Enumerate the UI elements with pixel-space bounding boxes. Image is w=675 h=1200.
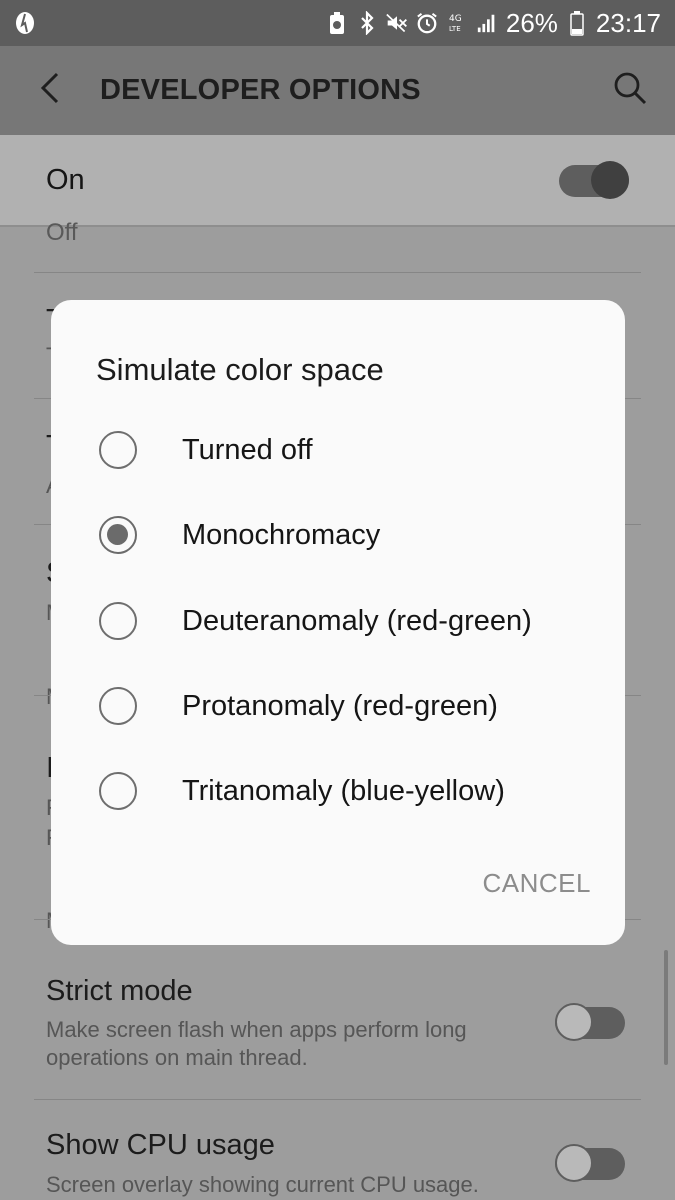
option-turned-off[interactable]: Turned off bbox=[51, 407, 625, 493]
status-bar: 4G LTE 26% 23:17 bbox=[0, 0, 675, 46]
arrow-back-icon bbox=[38, 71, 62, 110]
cancel-button[interactable]: CANCEL bbox=[461, 860, 591, 906]
alarm-icon bbox=[416, 12, 438, 34]
radio-button-checked[interactable] bbox=[99, 516, 137, 554]
partial-value-text: Off bbox=[46, 219, 78, 246]
radio-button-unchecked[interactable] bbox=[99, 431, 137, 469]
option-label: Protanomaly (red-green) bbox=[182, 689, 498, 722]
simulate-color-space-dialog: Simulate color space Turned off Monochro… bbox=[51, 300, 625, 945]
radio-button-unchecked[interactable] bbox=[99, 602, 137, 640]
show-cpu-usage-toggle[interactable] bbox=[555, 1144, 625, 1182]
clock: 23:17 bbox=[595, 7, 661, 38]
svg-text:4G: 4G bbox=[449, 14, 462, 24]
strict-mode-subtitle-line2: operations on main thread. bbox=[46, 1045, 308, 1070]
show-cpu-usage-subtitle: Screen overlay showing current CPU usage… bbox=[46, 1172, 479, 1197]
strict-mode-subtitle-line1: Make screen flash when apps perform long bbox=[46, 1017, 467, 1042]
radio-button-unchecked[interactable] bbox=[99, 687, 137, 725]
battery-icon bbox=[566, 11, 588, 36]
signal-icon bbox=[476, 12, 498, 34]
bluetooth-icon bbox=[356, 11, 378, 35]
option-monochromacy[interactable]: Monochromacy bbox=[51, 492, 625, 578]
option-label: Turned off bbox=[182, 433, 313, 466]
option-tritanomaly[interactable]: Tritanomaly (blue-yellow) bbox=[51, 748, 625, 834]
app-notification-icon bbox=[14, 12, 36, 34]
option-label: Deuteranomaly (red-green) bbox=[182, 604, 532, 637]
strict-mode-title: Strict mode bbox=[46, 975, 193, 1007]
battery-percent: 26% bbox=[505, 7, 558, 38]
divider bbox=[34, 1099, 641, 1100]
option-label: Monochromacy bbox=[182, 518, 381, 551]
mute-icon bbox=[386, 12, 408, 34]
show-cpu-usage-title: Show CPU usage bbox=[46, 1129, 275, 1161]
battery-saver-icon bbox=[326, 12, 348, 34]
data-4g-icon: 4G LTE bbox=[446, 12, 468, 34]
scrollbar[interactable] bbox=[664, 950, 668, 1065]
search-icon bbox=[612, 70, 648, 111]
option-protanomaly[interactable]: Protanomaly (red-green) bbox=[51, 663, 625, 749]
search-button[interactable] bbox=[585, 46, 675, 135]
back-button[interactable] bbox=[0, 46, 90, 135]
master-switch-label: On bbox=[46, 163, 85, 196]
app-bar: DEVELOPER OPTIONS bbox=[0, 46, 675, 135]
master-switch-row[interactable]: On bbox=[0, 135, 675, 227]
option-label: Tritanomaly (blue-yellow) bbox=[182, 774, 505, 807]
dialog-title: Simulate color space bbox=[96, 352, 384, 387]
option-deuteranomaly[interactable]: Deuteranomaly (red-green) bbox=[51, 578, 625, 664]
svg-text:LTE: LTE bbox=[449, 25, 461, 33]
page-title: DEVELOPER OPTIONS bbox=[100, 74, 421, 106]
divider bbox=[34, 272, 641, 273]
radio-button-unchecked[interactable] bbox=[99, 772, 137, 810]
strict-mode-toggle[interactable] bbox=[555, 1003, 625, 1041]
master-switch-toggle[interactable] bbox=[559, 161, 629, 199]
